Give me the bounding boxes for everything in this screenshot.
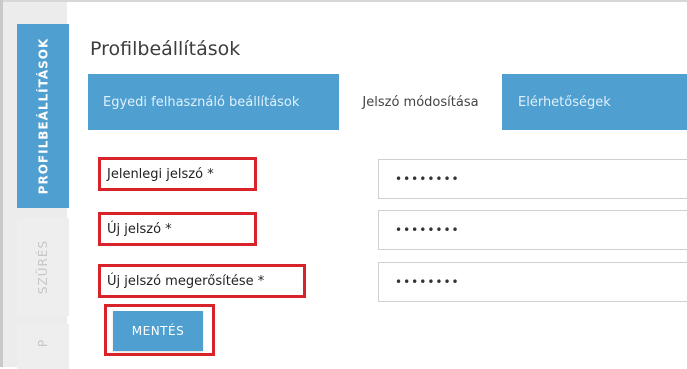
new-password-label: Új jelszó *	[98, 212, 257, 246]
side-tab-profile-settings[interactable]: PROFILBEÁLLÍTÁSOK	[17, 24, 69, 208]
current-password-label: Jelenlegi jelszó *	[98, 157, 257, 191]
current-password-input[interactable]: ••••••••	[378, 159, 687, 199]
tab-user-settings[interactable]: Egyedi felhasználó beállítások	[88, 74, 339, 130]
settings-tabs: Egyedi felhasználó beállítások Jelszó mó…	[88, 74, 687, 130]
side-tab-partial[interactable]: P	[17, 324, 69, 369]
side-tab-label: SZŰRÉS	[36, 239, 51, 295]
tab-change-password[interactable]: Jelszó módosítása	[339, 74, 502, 130]
side-tab-bar: PROFILBEÁLLÍTÁSOK SZŰRÉS P	[3, 2, 69, 369]
page-title: Profilbeállítások	[90, 38, 241, 60]
side-tab-filter[interactable]: SZŰRÉS	[17, 218, 69, 316]
confirm-password-label: Új jelszó megerősítése *	[98, 264, 306, 298]
new-password-input[interactable]: ••••••••	[378, 210, 687, 250]
window-top-border	[0, 0, 687, 2]
side-tab-label: P	[36, 338, 50, 348]
save-button-highlight: MENTÉS	[104, 304, 215, 356]
side-tab-label: PROFILBEÁLLÍTÁSOK	[36, 37, 50, 195]
confirm-password-input[interactable]: ••••••••	[378, 262, 687, 302]
tab-contacts[interactable]: Elérhetőségek	[502, 74, 687, 130]
save-button[interactable]: MENTÉS	[113, 311, 203, 351]
